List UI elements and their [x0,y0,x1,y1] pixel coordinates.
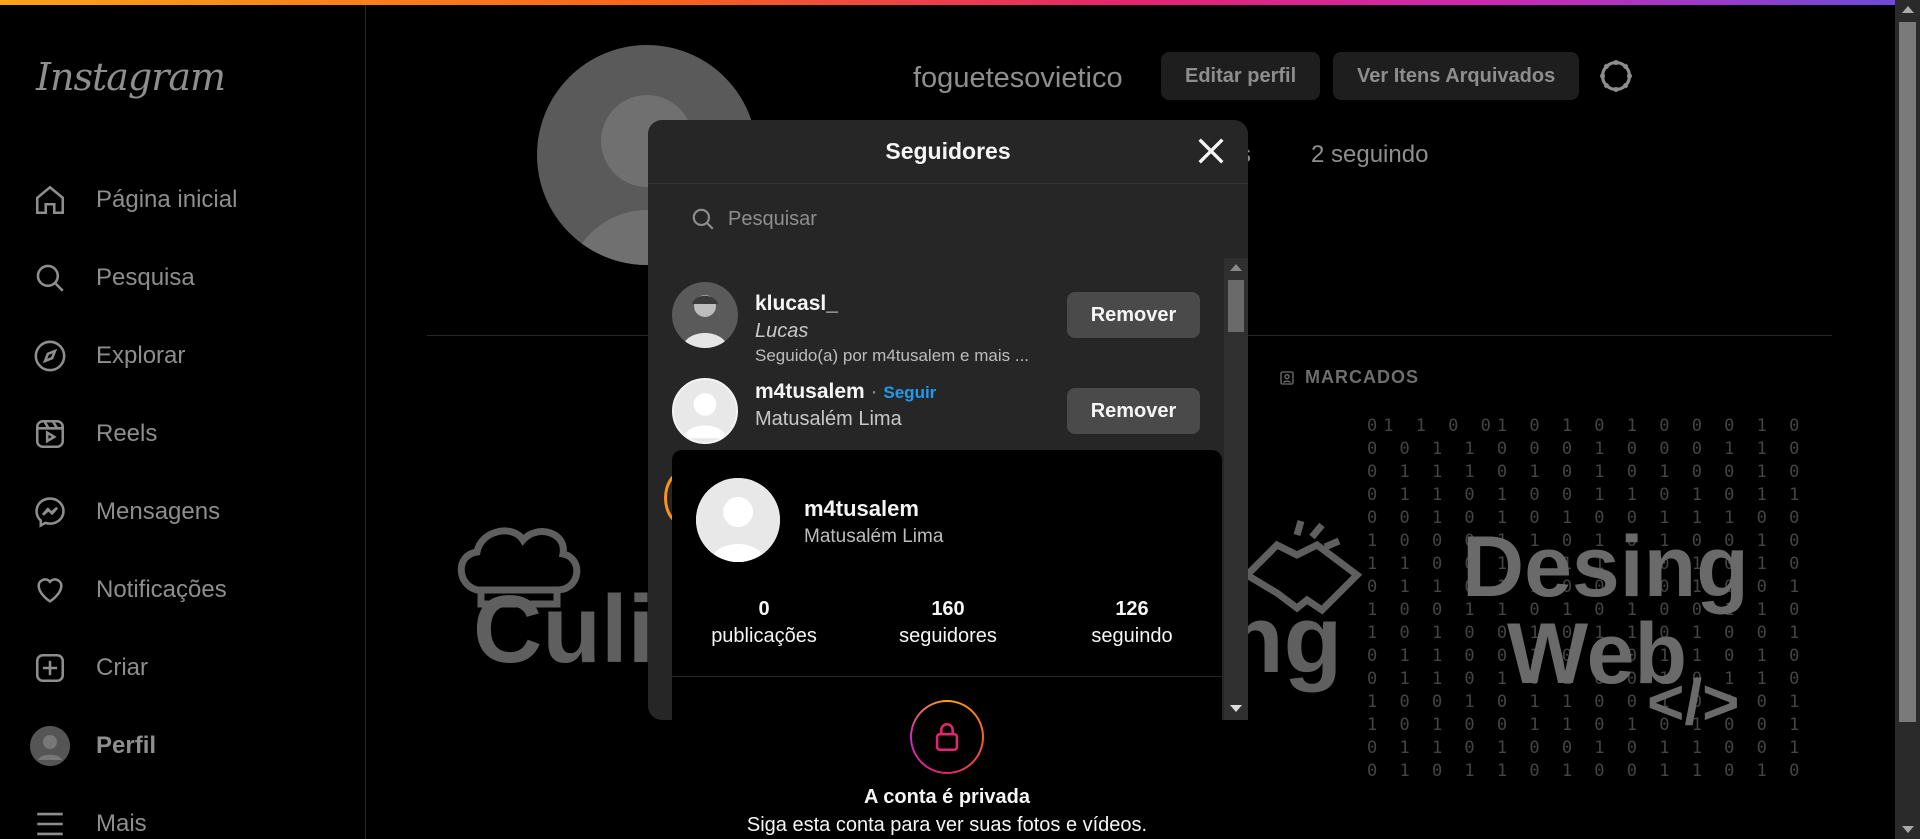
follower-row[interactable]: klucasl_ Lucas Seguido(a) por m4tusalem … [648,268,1224,365]
compass-icon [30,336,70,376]
sidebar-item-search[interactable]: Pesquisa [30,250,350,306]
reels-icon [30,414,70,454]
avatar [30,726,70,766]
search-icon [692,208,714,230]
search-field[interactable] [690,196,1190,242]
sidebar: Instagram Página inicial Pesquisa Explor… [0,5,366,839]
modal-header: Seguidores [648,120,1248,184]
archive-button[interactable]: Ver Itens Arquivados [1333,52,1580,100]
private-account-subtitle: Siga esta conta para ver suas fotos e ví… [746,814,1148,836]
heart-icon [30,570,70,610]
stat-label: seguindo [1091,625,1173,647]
sidebar-item-label: Notificações [96,576,227,603]
remove-follower-button[interactable]: Remover [1067,292,1200,338]
tab-tagged[interactable]: MARCADOS [1279,367,1419,388]
edit-profile-button[interactable]: Editar perfil [1161,52,1321,100]
follower-handle-line: m4tusalem · Seguir [755,380,936,404]
follower-handle[interactable]: m4tusalem [755,380,865,403]
messenger-icon [30,492,70,532]
hover-card-divider [672,676,1222,677]
separator-dot: · [864,380,884,403]
sidebar-item-notifications[interactable]: Notificações [30,562,350,618]
sidebar-item-label: Mensagens [96,498,221,525]
close-icon[interactable] [1194,134,1228,168]
stat-value: 160 [931,598,965,620]
following-stat[interactable]: 2 seguindo [1311,141,1428,169]
stat-value: 126 [1115,598,1149,620]
avatar[interactable] [696,478,780,562]
post-code-symbol: </> [1647,666,1740,738]
follower-handle[interactable]: klucasl_ [755,292,838,316]
search-icon [30,258,70,298]
stat-posts: 0 publicações [684,598,844,648]
page-scrollbar[interactable] [1895,0,1920,839]
scroll-down-arrow[interactable] [1230,705,1242,712]
stat-followers: 160 seguidores [868,598,1028,648]
modal-scrollbar[interactable] [1224,258,1248,720]
sidebar-item-label: Mais [96,810,147,837]
search-input[interactable] [728,207,1128,231]
follower-fullname: Lucas [755,320,809,342]
sidebar-item-label: Pesquisa [96,264,195,291]
sidebar-item-label: Página inicial [96,186,238,213]
hover-card-fullname: Matusalém Lima [804,526,944,547]
stat-following: 126 seguindo [1052,598,1212,648]
sidebar-item-label: Explorar [96,342,186,369]
home-icon [30,180,70,220]
tab-tagged-label: MARCADOS [1305,367,1419,387]
post-desing-text[interactable]: Desing [1462,524,1749,610]
tag-user-icon [1280,370,1294,385]
gear-icon[interactable] [1597,57,1635,95]
plus-square-icon [30,648,70,688]
sidebar-item-home[interactable]: Página inicial [30,172,350,228]
menu-icon [30,804,70,839]
remove-follower-button[interactable]: Remover [1067,388,1200,434]
profile-hover-card: m4tusalem Matusalém Lima 0 publicações 1… [672,450,1222,839]
scroll-down-arrow[interactable] [1902,826,1914,833]
sidebar-item-label: Perfil [96,732,157,759]
stat-label: seguidores [899,625,997,647]
modal-title: Seguidores [885,138,1011,164]
avatar[interactable] [672,378,738,444]
stat-label: publicações [711,625,817,647]
sidebar-item-label: Reels [96,420,158,447]
profile-username: foguetesovietico [913,62,1123,94]
avatar[interactable] [672,282,738,348]
sidebar-item-label: Criar [96,654,148,681]
follower-fullname: Matusalém Lima [755,408,902,430]
scroll-up-arrow[interactable] [1902,6,1914,13]
follower-mutual-text: Seguido(a) por m4tusalem e mais ... [755,346,1030,365]
instagram-logo[interactable]: Instagram [36,55,226,99]
sidebar-item-more[interactable]: Mais [30,796,350,839]
sidebar-item-create[interactable]: Criar [30,640,350,696]
scroll-up-arrow[interactable] [1230,264,1242,271]
scroll-thumb[interactable] [1228,280,1244,332]
scroll-thumb[interactable] [1899,22,1916,722]
hover-card-handle[interactable]: m4tusalem [804,496,919,522]
private-account-title: A conta é privada [864,786,1030,808]
follow-link[interactable]: Seguir [883,383,936,402]
lock-icon [935,723,959,752]
private-lock-badge [910,700,984,774]
stat-value: 0 [758,598,770,620]
follower-row[interactable]: m4tusalem · Seguir Matusalém Lima Remove… [648,364,1224,456]
sidebar-item-profile[interactable]: Perfil [30,718,350,774]
sidebar-item-messages[interactable]: Mensagens [30,484,350,540]
sidebar-item-reels[interactable]: Reels [30,406,350,462]
sidebar-item-explore[interactable]: Explorar [30,328,350,384]
